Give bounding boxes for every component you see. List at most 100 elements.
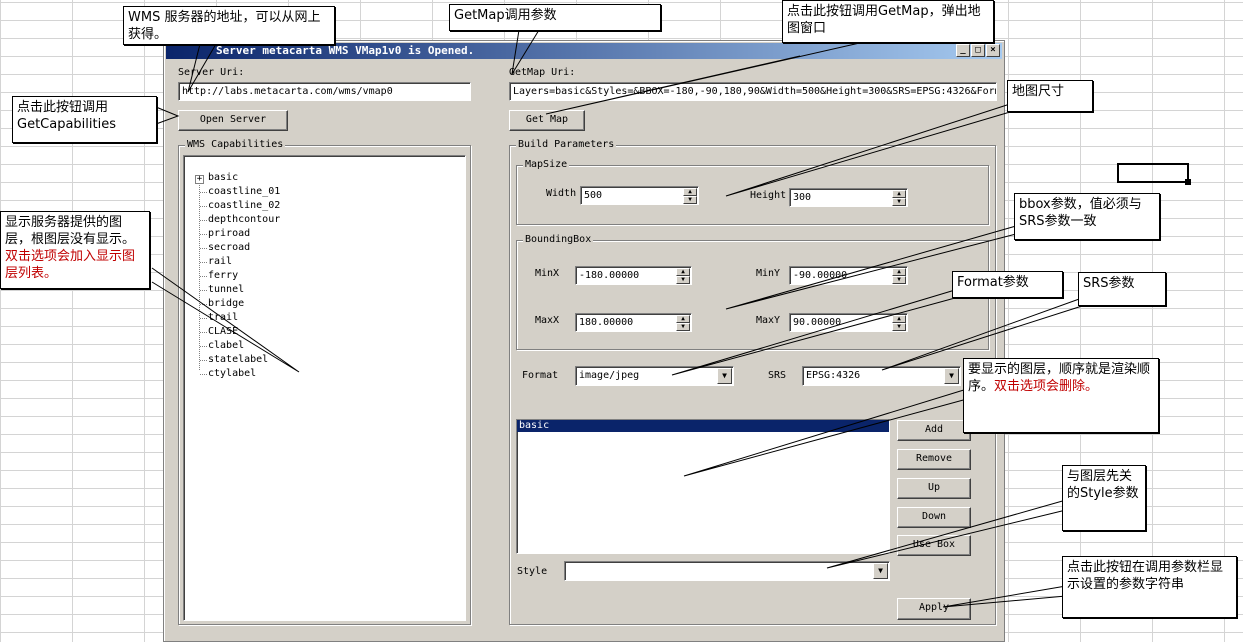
callout-layer-tree-note: 双击选项会加入显示图层列表。 <box>5 249 136 281</box>
minx-spinbox[interactable]: -180.00000 ▲ ▼ <box>575 266 692 285</box>
spin-down-icon[interactable]: ▼ <box>892 323 906 331</box>
spin-up-icon[interactable]: ▲ <box>683 188 697 196</box>
srs-value: EPSG:4326 <box>806 370 861 381</box>
callout-apply: 点击此按钮在调用参数栏显示设置的参数字符串 <box>1062 556 1237 618</box>
callout-srs: SRS参数 <box>1078 272 1166 306</box>
width-spinbox[interactable]: 500 ▲ ▼ <box>580 186 699 205</box>
maxy-spinbox[interactable]: 90.00000 ▲ ▼ <box>789 313 908 332</box>
tree-item-depthcontour[interactable]: depthcontour <box>208 213 280 227</box>
apply-button[interactable]: Apply <box>897 598 971 620</box>
open-server-button[interactable]: Open Server <box>178 110 288 131</box>
remove-button[interactable]: Remove <box>897 449 971 470</box>
wms-capabilities-group: WMS Capabilities + basic coastline_01 coas… <box>178 139 471 625</box>
maxy-value: 90.00000 <box>793 317 842 328</box>
tree-item-basic[interactable]: basic <box>208 171 238 185</box>
miny-spinbox[interactable]: -90.00000 ▲ ▼ <box>789 266 908 285</box>
spin-up-icon[interactable]: ▲ <box>892 268 906 276</box>
spin-down-icon[interactable]: ▼ <box>892 276 906 284</box>
display-layers-list[interactable]: basic <box>516 419 890 554</box>
maxx-value: 180.00000 <box>579 317 634 328</box>
tree-connector <box>200 206 207 207</box>
style-label: Style <box>517 566 548 577</box>
spin-down-icon[interactable]: ▼ <box>676 276 690 284</box>
tree-item-ctylabel[interactable]: ctylabel <box>208 367 256 381</box>
callout-layer-tree: 显示服务器提供的图层，根图层没有显示。双击选项会加入显示图层列表。 <box>0 211 150 289</box>
tree-item-coastline_01[interactable]: coastline_01 <box>208 185 280 199</box>
boundingbox-title: BoundingBox <box>523 234 594 246</box>
tree-item-clabel[interactable]: clabel <box>208 339 244 353</box>
tree-connector <box>200 290 207 291</box>
callout-server-address: WMS 服务器的地址，可以从网上获得。 <box>123 6 335 45</box>
chevron-down-icon[interactable]: ▼ <box>717 368 732 384</box>
minimize-button[interactable]: _ <box>956 44 970 57</box>
callout-getmap-button: 点击此按钮调用GetMap，弹出地图窗口 <box>782 0 994 43</box>
mapsize-title: MapSize <box>523 159 570 171</box>
style-select[interactable]: ▼ <box>564 561 890 581</box>
minx-value: -180.00000 <box>579 270 640 281</box>
spin-down-icon[interactable]: ▼ <box>683 196 697 204</box>
tree-item-ferry[interactable]: ferry <box>208 269 238 283</box>
up-button[interactable]: Up <box>897 478 971 499</box>
spin-up-icon[interactable]: ▲ <box>892 190 906 198</box>
tree-item-statelabel[interactable]: statelabel <box>208 353 268 367</box>
maxx-spinbox[interactable]: 180.00000 ▲ ▼ <box>575 313 692 332</box>
spin-down-icon[interactable]: ▼ <box>676 323 690 331</box>
close-button[interactable]: × <box>986 44 1000 57</box>
spin-up-icon[interactable]: ▲ <box>892 315 906 323</box>
window-title: Server metacarta WMS VMap1v0 is Opened. <box>216 44 475 57</box>
down-button[interactable]: Down <box>897 507 971 528</box>
getmap-uri-input[interactable]: Layers=basic&Styles=&BBOX=-180,-90,180,9… <box>509 82 997 101</box>
height-spinbox[interactable]: 300 ▲ ▼ <box>789 188 908 207</box>
callout-getcapabilities-button: 点击此按钮调用GetCapabilities <box>12 96 157 143</box>
tree-connector <box>200 374 207 375</box>
tree-item-tunnel[interactable]: tunnel <box>208 283 244 297</box>
server-uri-input[interactable]: http://labs.metacarta.com/wms/vmap0 <box>178 82 471 101</box>
callout-display-layers-note: 双击选项会删除。 <box>994 379 1099 394</box>
maximize-button[interactable]: □ <box>971 44 985 57</box>
title-bar[interactable]: Server metacarta WMS VMap1v0 is Opened. … <box>166 43 1002 59</box>
boundingbox-group: BoundingBox MinX -180.00000 ▲ ▼ MinY -90.… <box>516 234 989 350</box>
display-layer-item[interactable]: basic <box>517 420 889 432</box>
height-spinner[interactable]: ▲ ▼ <box>892 190 906 206</box>
layer-tree[interactable]: + basic coastline_01 coastline_02 depthcont… <box>183 155 466 621</box>
tree-item-priroad[interactable]: priroad <box>208 227 250 241</box>
tree-item-rail[interactable]: rail <box>208 255 232 269</box>
minx-spinner[interactable]: ▲ ▼ <box>676 268 690 284</box>
expand-icon[interactable]: + <box>195 175 204 184</box>
format-label: Format <box>522 370 559 381</box>
tree-item-trail[interactable]: trail <box>208 311 238 325</box>
width-spinner[interactable]: ▲ ▼ <box>683 188 697 204</box>
spreadsheet-selected-cell[interactable] <box>1117 163 1191 185</box>
chevron-down-icon[interactable]: ▼ <box>873 563 888 579</box>
minx-label: MinX <box>535 268 560 279</box>
maxy-label: MaxY <box>756 315 781 326</box>
callout-style: 与图层先关的Style参数 <box>1062 465 1146 531</box>
tree-item-coastline_02[interactable]: coastline_02 <box>208 199 280 213</box>
tree-connector <box>200 248 207 249</box>
spin-up-icon[interactable]: ▲ <box>676 315 690 323</box>
callout-display-layers: 要显示的图层，顺序就是渲染顺序。双击选项会删除。 <box>963 358 1159 433</box>
tree-connector <box>200 276 207 277</box>
spin-down-icon[interactable]: ▼ <box>892 198 906 206</box>
format-select[interactable]: image/jpeg ▼ <box>575 366 734 386</box>
tree-connector <box>200 304 207 305</box>
maxx-spinner[interactable]: ▲ ▼ <box>676 315 690 331</box>
tree-item-bridge[interactable]: bridge <box>208 297 244 311</box>
tree-item-clase[interactable]: CLASE <box>208 325 238 339</box>
server-uri-label: Server Uri: <box>178 67 245 78</box>
add-button[interactable]: Add <box>897 420 971 441</box>
tree-item-secroad[interactable]: secroad <box>208 241 250 255</box>
tree-connector <box>200 332 207 333</box>
miny-spinner[interactable]: ▲ ▼ <box>892 268 906 284</box>
height-label: Height <box>750 190 787 201</box>
fill-handle[interactable] <box>1185 179 1191 185</box>
get-map-button[interactable]: Get Map <box>509 110 585 131</box>
use-box-button[interactable]: Use Box <box>897 535 971 556</box>
callout-layer-tree-text: 显示服务器提供的图层，根图层没有显示。 <box>5 215 136 247</box>
wms-client-window: Server metacarta WMS VMap1v0 is Opened. … <box>163 40 1005 642</box>
width-label: Width <box>546 188 577 199</box>
maxy-spinner[interactable]: ▲ ▼ <box>892 315 906 331</box>
srs-select[interactable]: EPSG:4326 ▼ <box>802 366 961 386</box>
spin-up-icon[interactable]: ▲ <box>676 268 690 276</box>
chevron-down-icon[interactable]: ▼ <box>944 368 959 384</box>
